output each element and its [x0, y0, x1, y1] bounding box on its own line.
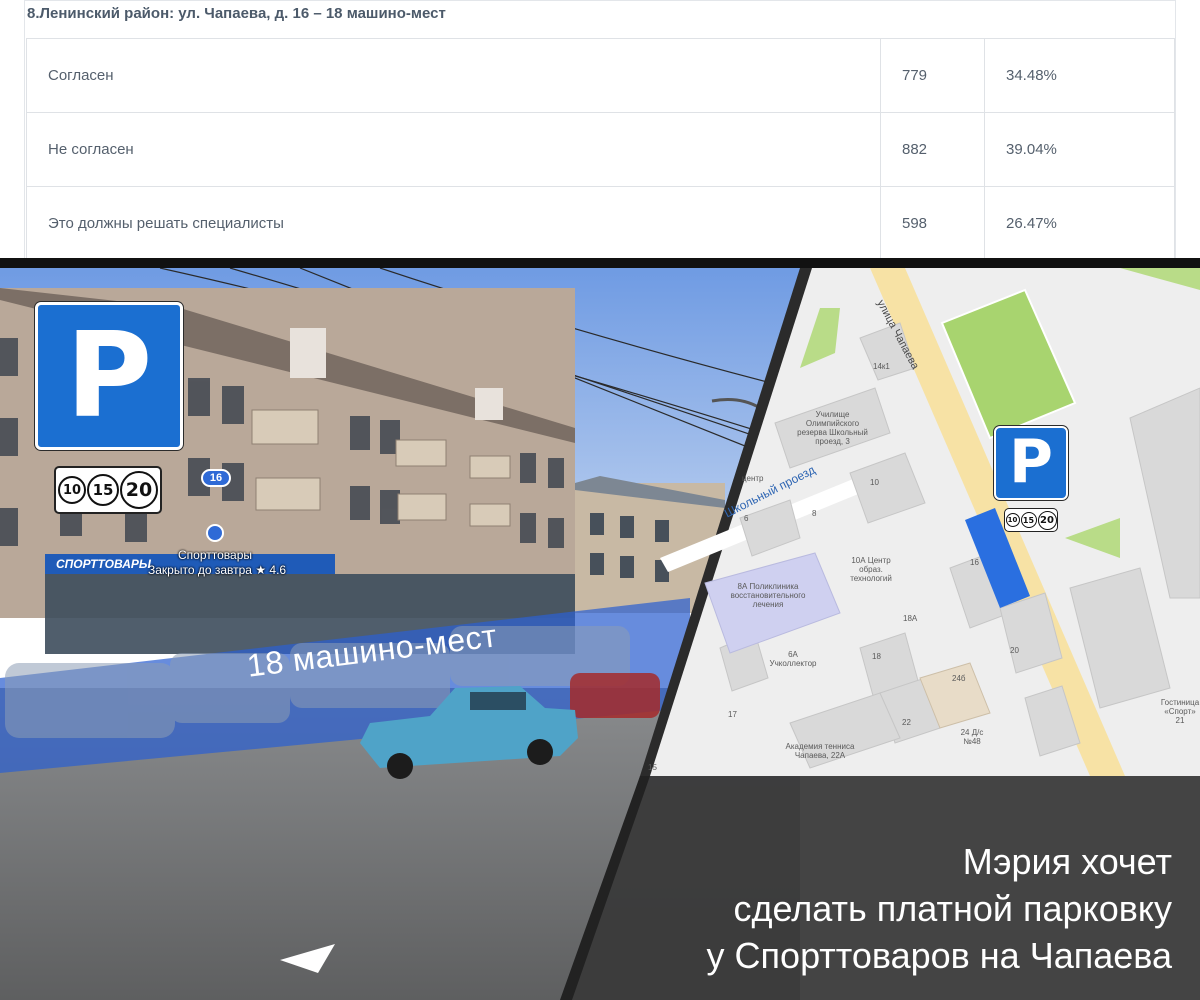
answer-cell: Не согласен — [26, 112, 881, 187]
percent-cell: 26.47% — [984, 186, 1175, 261]
table-row: Не согласен 882 39.04% — [26, 112, 1175, 187]
street-photo-collage: P 10 15 20 16 Спорттовары Закрыто до зав… — [0, 268, 1200, 1000]
map-label: 17 — [728, 710, 737, 719]
answer-cell: Это должны решать специалисты — [26, 186, 881, 261]
count-cell: 882 — [880, 112, 985, 187]
shop-status-label: Закрыто до завтра ★ 4.6 — [148, 563, 287, 577]
map-label: 20 — [1010, 646, 1019, 655]
map-label: Академия тенниса Чапаева, 22А — [785, 742, 855, 760]
map-label: 10А Центр образ. технологий — [850, 556, 892, 583]
house-number-badge[interactable]: 16 — [201, 469, 231, 487]
count-cell: 779 — [880, 38, 985, 113]
map-label: 14к1 — [873, 362, 890, 371]
map-label: 22 — [902, 718, 911, 727]
section-divider — [0, 258, 1200, 268]
tariff-20: 20 — [1037, 510, 1057, 530]
map-label: 16 — [970, 558, 979, 567]
map-label: Гостиница «Спорт» 21 — [1160, 698, 1200, 725]
parking-sign: P — [35, 302, 183, 450]
storefront-sign: СПОРТТОВАРЫ — [56, 557, 151, 571]
table-top-border — [24, 0, 1176, 1]
map-label: 15 — [648, 763, 657, 772]
map-label: 6 — [744, 514, 749, 523]
map-label: Училище Олимпийского резерва Школьный пр… — [797, 410, 868, 446]
table-row: Согласен 779 34.48% — [26, 38, 1175, 113]
caption-line: у Спорттоваров на Чапаева — [706, 935, 1172, 976]
map-label: 6А Учколлектор — [769, 650, 817, 668]
map-label: 18 — [872, 652, 881, 661]
map-label: 24б — [952, 674, 966, 683]
map-label: 24 Д/с №48 — [960, 728, 984, 746]
percent-cell: 39.04% — [984, 112, 1175, 187]
tariff-10: 10 — [1005, 513, 1020, 527]
headline-caption: Мэрия хочет сделать платной парковку у С… — [707, 838, 1172, 979]
caption-line: сделать платной парковку — [733, 888, 1172, 929]
map-label: 10 — [870, 478, 879, 487]
table-left-border — [24, 0, 25, 258]
table-right-border — [1175, 0, 1176, 258]
count-cell: 598 — [880, 186, 985, 261]
tariff-15: 15 — [87, 474, 119, 506]
tariff-20: 20 — [120, 471, 158, 509]
tariff-15: 15 — [1020, 512, 1037, 528]
red-car — [570, 673, 660, 718]
table-row: Это должны решать специалисты 598 26.47% — [26, 186, 1175, 261]
map-label: 18А — [903, 614, 918, 623]
shop-name-label[interactable]: Спорттовары — [178, 548, 252, 562]
map-tariff-plate: 10 15 20 — [1004, 508, 1058, 532]
map-label: центр — [742, 474, 764, 483]
map-parking-sign: P — [994, 426, 1068, 500]
survey-results-table: 8.Ленинский район: ул. Чапаева, д. 16 – … — [0, 0, 1200, 261]
tariff-10: 10 — [58, 476, 86, 504]
answer-cell: Согласен — [26, 38, 881, 113]
survey-question-title: 8.Ленинский район: ул. Чапаева, д. 16 – … — [27, 5, 446, 22]
map-label: 8А Поликлиника восстановительного лечени… — [730, 582, 806, 609]
results-table: Согласен 779 34.48% Не согласен 882 39.0… — [26, 38, 1175, 261]
chimney — [475, 388, 503, 420]
tariff-plate: 10 15 20 — [54, 466, 162, 514]
map-label: 8 — [812, 509, 817, 518]
chimney — [290, 328, 326, 378]
percent-cell: 34.48% — [984, 38, 1175, 113]
shop-pin-icon[interactable] — [206, 524, 224, 542]
caption-line: Мэрия хочет — [962, 841, 1172, 882]
